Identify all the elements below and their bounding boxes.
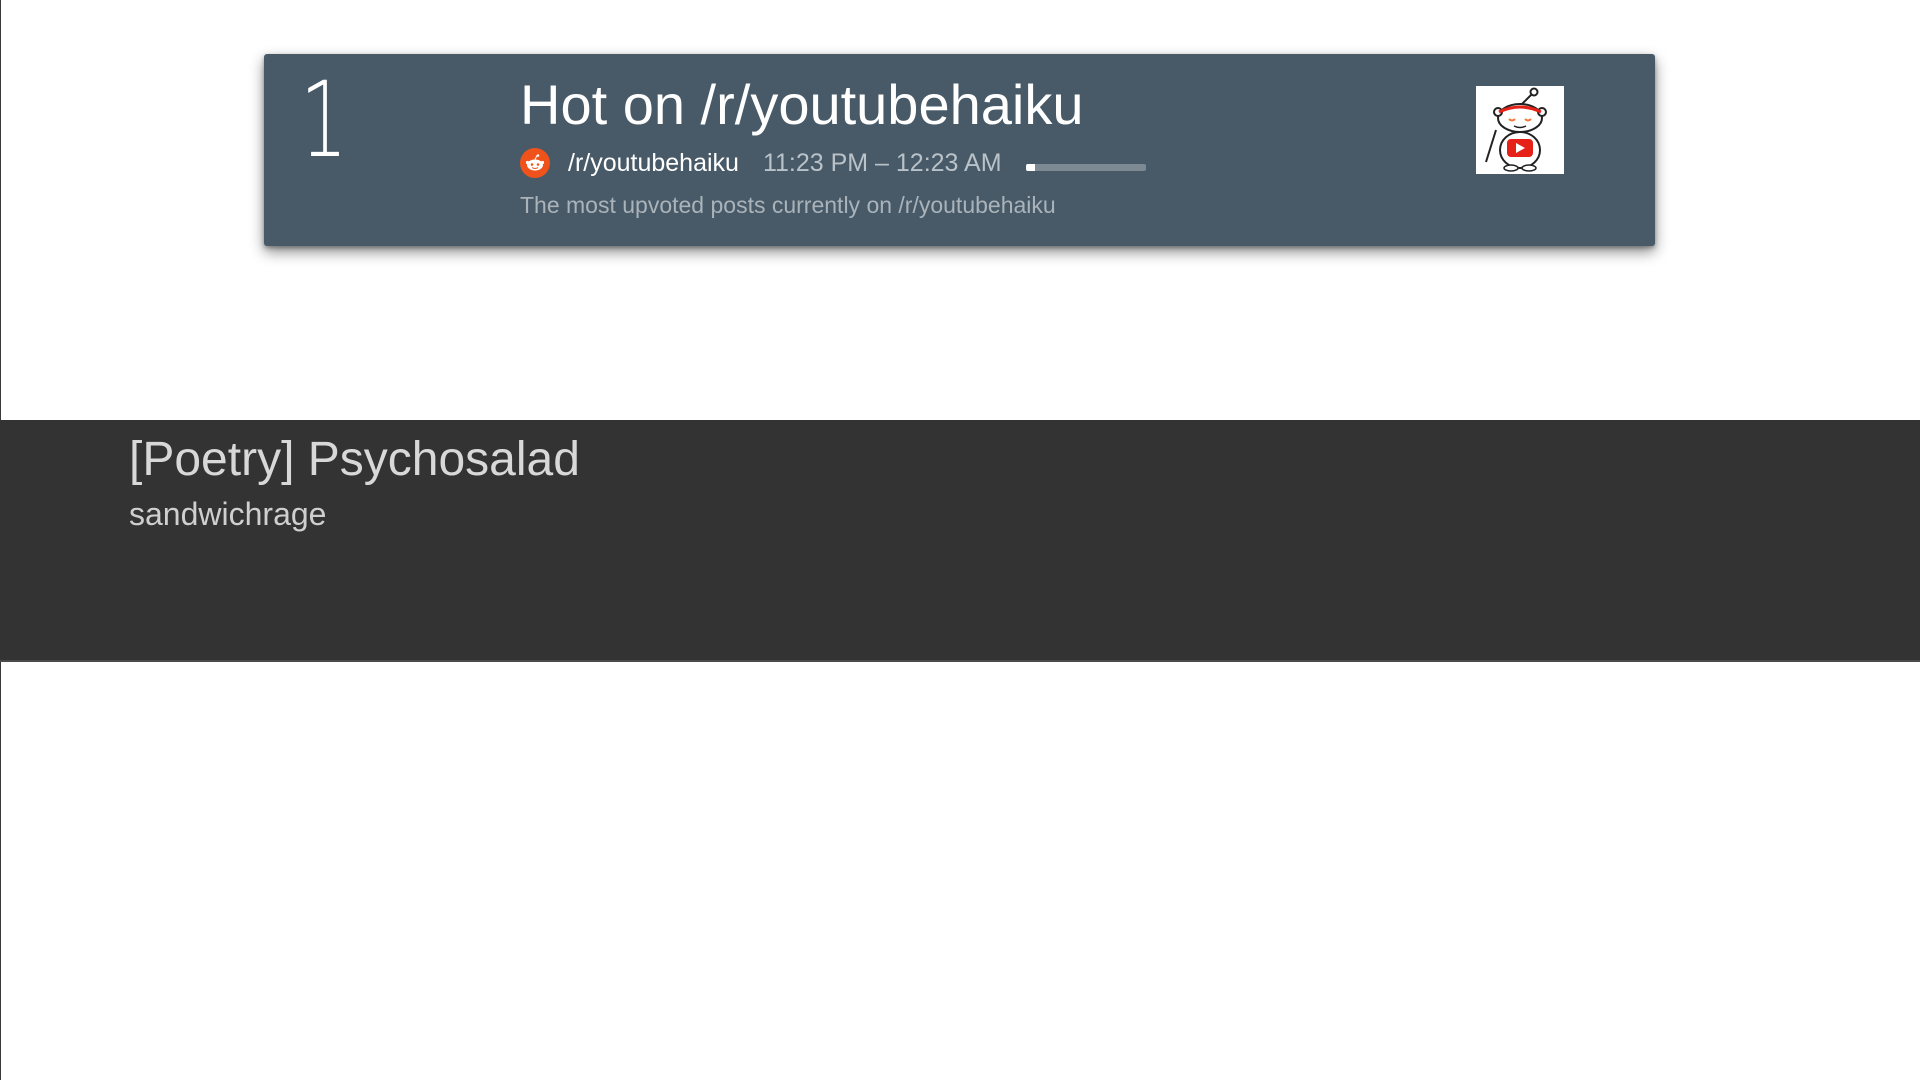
program-info-card: 1 Hot on /r/youtubehaiku /r/youtubehaiku… [264,54,1655,246]
post-title: [Poetry] Psychosalad [129,433,580,486]
post-author: sandwichrage [129,496,327,532]
program-time-range: 11:23 PM – 12:23 AM [762,148,1002,177]
program-meta-row: /r/youtubehaiku 11:23 PM – 12:23 AM [520,146,1146,180]
program-title: Hot on /r/youtubehaiku [520,73,1084,136]
reddit-snoo-youtube-icon [1476,86,1564,174]
post-info-panel: [Poetry] Psychosalad sandwichrage [0,420,1920,662]
program-description: The most upvoted posts currently on /r/y… [520,192,1056,218]
channel-number: 1 [300,59,348,181]
program-progress-bar [1025,163,1146,171]
program-progress-fill [1025,163,1036,171]
channel-name: /r/youtubehaiku [568,148,739,177]
reddit-alien-icon [520,148,550,178]
